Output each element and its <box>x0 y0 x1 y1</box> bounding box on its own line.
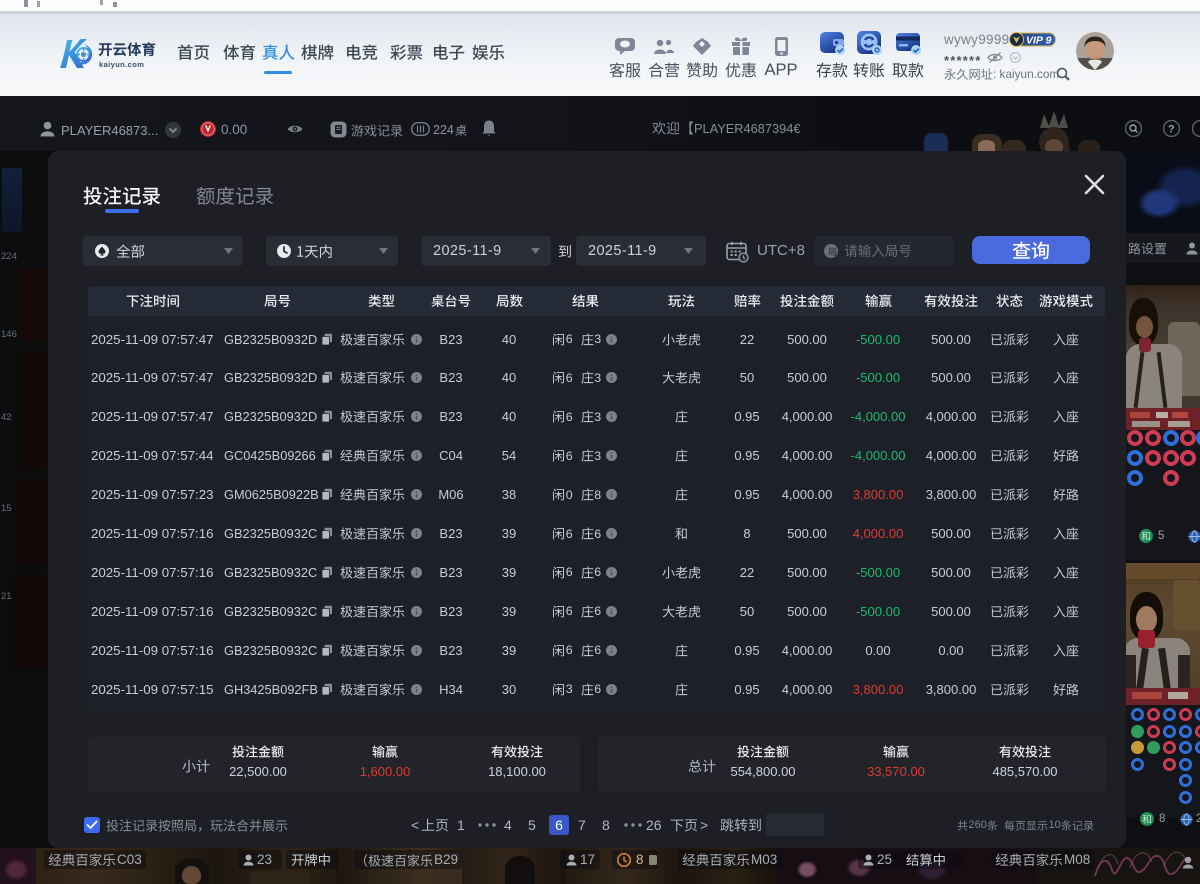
svg-text:VIP 9: VIP 9 <box>1026 35 1051 47</box>
svg-text:?: ? <box>1168 124 1175 136</box>
